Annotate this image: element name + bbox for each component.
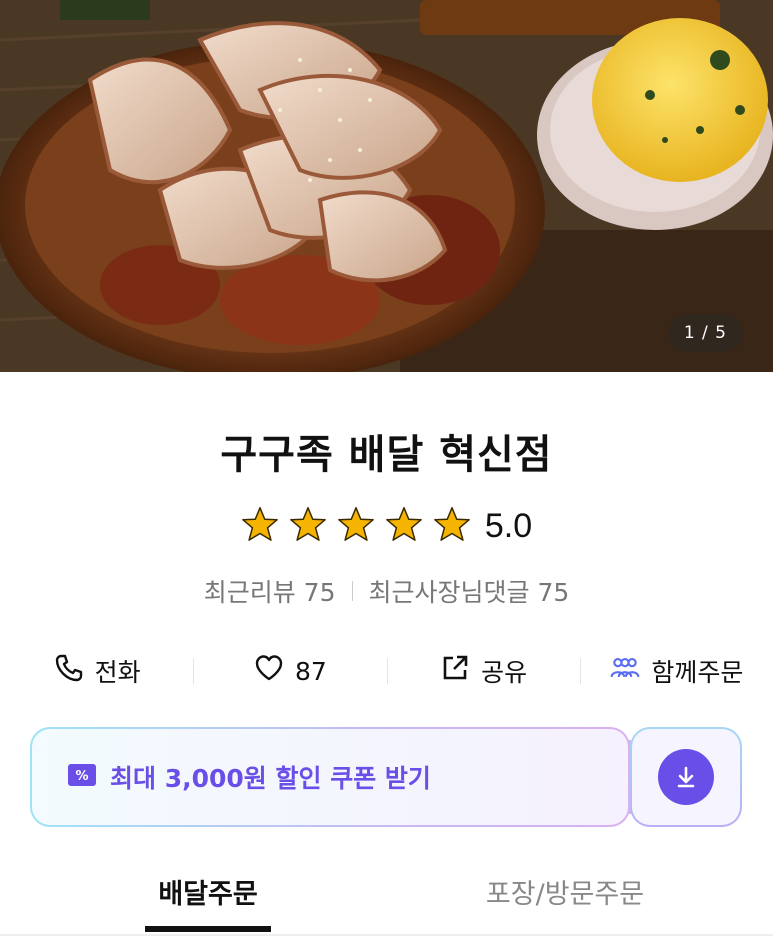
favorite-button[interactable]: 87 xyxy=(193,650,386,692)
coupon-icon: % xyxy=(68,764,96,790)
download-icon xyxy=(658,749,714,805)
review-summary: 최근리뷰 75 최근사장님댓글 75 xyxy=(0,573,773,609)
coupon-label: 최대 3,000원 할인 쿠폰 받기 xyxy=(110,764,431,793)
tab-pickup[interactable]: 포장/방문주문 xyxy=(470,858,660,936)
share-button[interactable]: 공유 xyxy=(386,650,580,692)
svg-text:%: % xyxy=(75,769,88,784)
order-type-tabs: 배달주문 포장/방문주문 xyxy=(0,858,773,938)
star-icon xyxy=(337,505,375,547)
action-bar: 전화 87 공유 함께주문 xyxy=(0,650,773,692)
group-order-icon xyxy=(609,652,641,690)
image-counter: 1 / 5 xyxy=(667,314,743,352)
favorite-count: 87 xyxy=(294,656,327,686)
rating-score: 5.0 xyxy=(484,506,533,545)
star-icon xyxy=(241,505,279,547)
review-divider xyxy=(351,581,353,601)
star-icon xyxy=(385,505,423,547)
tab-delivery[interactable]: 배달주문 xyxy=(145,858,271,936)
call-label: 전화 xyxy=(94,658,141,687)
group-order-button[interactable]: 함께주문 xyxy=(579,650,773,692)
share-icon xyxy=(439,652,471,690)
phone-icon xyxy=(53,652,85,690)
call-button[interactable]: 전화 xyxy=(0,650,193,692)
tab-underline-track xyxy=(0,934,773,936)
star-icon xyxy=(433,505,471,547)
store-hero-image[interactable]: 1 / 5 xyxy=(0,0,773,372)
owner-replies-link[interactable]: 최근사장님댓글 75 xyxy=(369,573,570,609)
heart-icon xyxy=(253,652,285,690)
food-photo xyxy=(0,0,773,372)
coupon-download-button[interactable] xyxy=(630,727,742,827)
recent-reviews-link[interactable]: 최근리뷰 75 xyxy=(204,573,336,609)
star-rating xyxy=(241,505,471,547)
star-icon xyxy=(289,505,327,547)
coupon-banner[interactable]: % 최대 3,000원 할인 쿠폰 받기 xyxy=(30,727,630,827)
share-label: 공유 xyxy=(481,658,528,687)
store-name: 구구족 배달 혁신점 xyxy=(220,432,553,478)
group-order-label: 함께주문 xyxy=(651,658,744,687)
rating-row: 5.0 xyxy=(0,503,773,549)
